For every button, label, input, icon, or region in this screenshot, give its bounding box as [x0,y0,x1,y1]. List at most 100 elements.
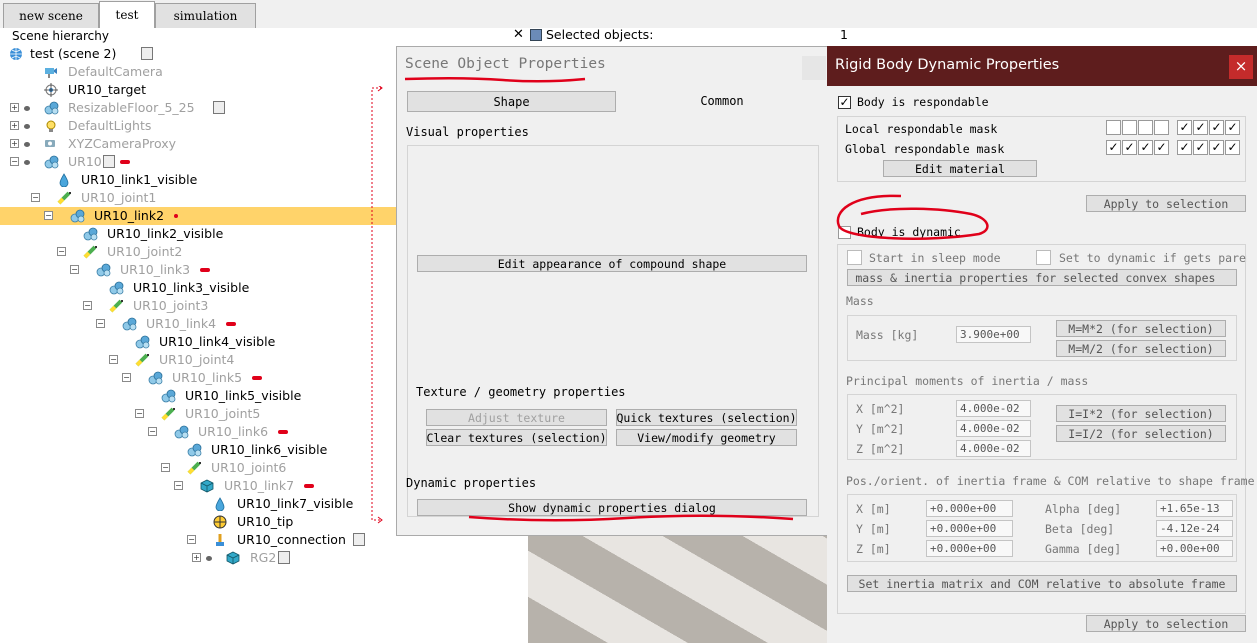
gamma-field[interactable]: +0.00e+00 [1156,540,1233,557]
global-mask-bit[interactable]: ✓ [1193,140,1208,155]
collapse-icon[interactable]: − [57,247,66,256]
pos-y-field[interactable]: +0.000e+00 [926,520,1013,537]
adjust-texture-button[interactable]: Adjust texture [426,409,607,426]
close-icon[interactable]: × [1229,55,1253,79]
visibility-dot-icon[interactable] [24,160,30,165]
local-mask-bit[interactable] [1138,120,1153,135]
apply-to-selection-button-bottom[interactable]: Apply to selection [1086,615,1246,632]
view-geometry-button[interactable]: View/modify geometry [616,429,797,446]
tree-item[interactable]: UR10_target [0,81,396,99]
expand-icon[interactable]: + [10,103,19,112]
tree-item[interactable]: − UR10_joint1 [0,189,396,207]
collapse-icon[interactable]: − [70,265,79,274]
alpha-field[interactable]: +1.65e-13 [1156,500,1233,517]
inertia-y-field[interactable]: 4.000e-02 [956,420,1031,437]
tree-item[interactable]: − UR10_link5 [0,369,396,387]
edit-appearance-button[interactable]: Edit appearance of compound shape [417,255,807,272]
collapse-icon[interactable]: − [31,193,40,202]
set-dynamic-checkbox[interactable] [1036,250,1051,265]
tree-item[interactable]: − UR10_joint5 [0,405,396,423]
sleep-mode-checkbox[interactable] [847,250,862,265]
tree-item[interactable]: − UR10_link7 [0,477,396,495]
expand-icon[interactable]: + [192,553,201,562]
collapse-icon[interactable]: − [44,211,53,220]
tree-item[interactable]: UR10_link5_visible [0,387,396,405]
tab-test[interactable]: test [99,1,155,28]
expand-icon[interactable]: + [10,121,19,130]
collapse-icon[interactable] [530,29,542,41]
tree-item[interactable]: UR10_link3_visible [0,279,396,297]
collapse-icon[interactable]: − [122,373,131,382]
visibility-dot-icon[interactable] [24,142,30,147]
mass-half-button[interactable]: M=M/2 (for selection) [1056,340,1226,357]
expand-icon[interactable]: + [10,139,19,148]
tree-item[interactable]: − UR10_joint2 [0,243,396,261]
tree-item[interactable]: UR10_link7_visible [0,495,396,513]
collapse-icon[interactable]: − [83,301,92,310]
visibility-dot-icon[interactable] [24,106,30,111]
tree-item[interactable]: − UR10_connection [0,531,396,549]
local-mask-bit[interactable]: ✓ [1177,120,1192,135]
tree-item[interactable]: UR10_link2_visible [0,225,396,243]
tab-shape[interactable]: Shape [407,91,616,112]
tab-simulation[interactable]: simulation [155,3,256,28]
pos-z-field[interactable]: +0.000e+00 [926,540,1013,557]
inertia-double-button[interactable]: I=I*2 (for selection) [1056,405,1226,422]
local-mask-bit[interactable]: ✓ [1225,120,1240,135]
tree-item[interactable]: − UR10_link2 [0,207,396,225]
inertia-z-field[interactable]: 4.000e-02 [956,440,1031,457]
script-doc-icon[interactable] [103,155,116,168]
collapse-icon[interactable]: − [161,463,170,472]
local-mask-bit[interactable] [1154,120,1169,135]
edit-material-button[interactable]: Edit material [883,160,1037,177]
mass-field[interactable]: 3.900e+00 [956,326,1031,343]
script-doc-icon[interactable] [277,551,290,564]
tree-item[interactable]: − UR10 [0,153,396,171]
tree-item[interactable]: + ResizableFloor_5_25 [0,99,396,117]
tree-item[interactable]: − UR10_joint6 [0,459,396,477]
local-mask-bit[interactable]: ✓ [1209,120,1224,135]
collapse-icon[interactable]: − [135,409,144,418]
mass-double-button[interactable]: M=M*2 (for selection) [1056,320,1226,337]
collapse-icon[interactable]: − [187,535,196,544]
body-respondable-checkbox[interactable]: ✓ [838,96,851,109]
compute-mass-button[interactable]: Compute mass & inertia properties for se… [847,269,1237,286]
apply-to-selection-button[interactable]: Apply to selection [1086,195,1246,212]
tree-item[interactable]: + XYZCameraProxy [0,135,396,153]
tree-item[interactable]: − UR10_link6 [0,423,396,441]
tree-item[interactable]: UR10_tip [0,513,396,531]
tab-common[interactable]: Common [625,91,819,112]
global-mask-bit[interactable]: ✓ [1177,140,1192,155]
tree-item[interactable]: − UR10_joint4 [0,351,396,369]
local-mask-bit[interactable] [1122,120,1137,135]
tree-item[interactable]: UR10_link1_visible [0,171,396,189]
global-mask-bit[interactable]: ✓ [1122,140,1137,155]
visibility-dot-icon[interactable] [206,556,212,561]
tree-item[interactable]: UR10_link6_visible [0,441,396,459]
global-mask-bit[interactable]: ✓ [1209,140,1224,155]
tree-item[interactable]: UR10_link4_visible [0,333,396,351]
visibility-dot-icon[interactable] [24,124,30,129]
collapse-icon[interactable]: − [10,157,19,166]
script-doc-icon[interactable] [212,101,225,114]
beta-field[interactable]: -4.12e-24 [1156,520,1233,537]
pos-x-field[interactable]: +0.000e+00 [926,500,1013,517]
script-doc-icon[interactable] [352,533,365,546]
collapse-icon[interactable]: − [148,427,157,436]
tree-item[interactable]: + DefaultLights [0,117,396,135]
local-mask-bit[interactable]: ✓ [1193,120,1208,135]
collapse-icon[interactable]: − [96,319,105,328]
tree-item[interactable]: − UR10_link3 [0,261,396,279]
hierarchy-close-icon[interactable]: ✕ [513,28,524,42]
tree-item[interactable]: − UR10_link4 [0,315,396,333]
collapse-icon[interactable]: − [109,355,118,364]
global-mask-bit[interactable]: ✓ [1225,140,1240,155]
tree-item[interactable]: test (scene 2) [0,45,396,63]
collapse-icon[interactable]: − [174,481,183,490]
tree-item[interactable]: DefaultCamera [0,63,396,81]
tree-item[interactable]: + RG2 [0,549,396,567]
global-mask-bit[interactable]: ✓ [1138,140,1153,155]
local-mask-bit[interactable] [1106,120,1121,135]
scene-viewport[interactable] [528,530,828,643]
dialog-close-button[interactable] [802,56,826,80]
